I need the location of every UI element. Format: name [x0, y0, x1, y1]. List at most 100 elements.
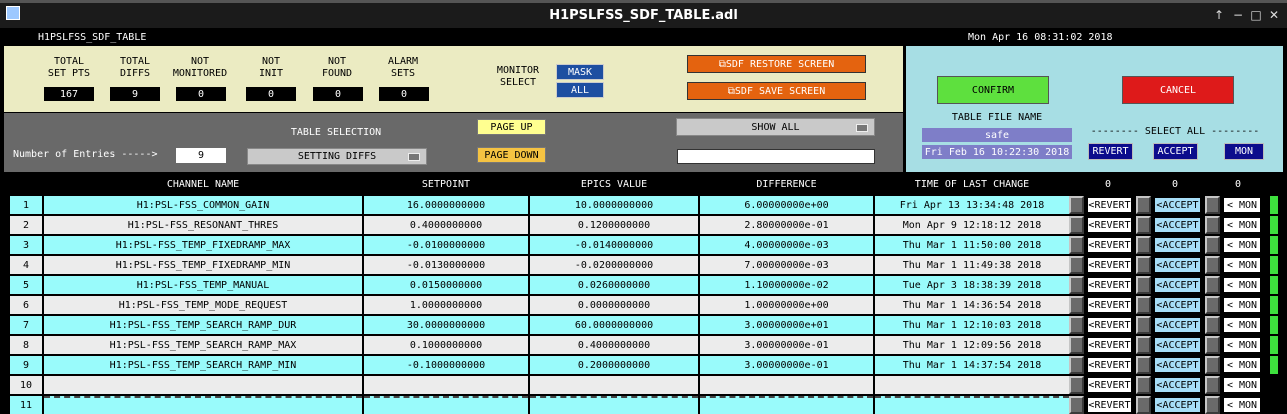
row-status-indicator — [1270, 336, 1278, 354]
select-all-label: -------- SELECT ALL -------- — [1090, 126, 1260, 137]
row-status-indicator — [1270, 296, 1278, 314]
accept-checkbox[interactable] — [1136, 316, 1151, 334]
revert-checkbox[interactable] — [1069, 336, 1084, 354]
row-revert-button[interactable]: <REVERT — [1087, 397, 1132, 413]
row-accept-button[interactable]: <ACCEPT — [1154, 337, 1201, 353]
mon-checkbox[interactable] — [1205, 256, 1220, 274]
revert-checkbox[interactable] — [1069, 256, 1084, 274]
row-revert-button[interactable]: <REVERT — [1087, 257, 1132, 273]
row-mon-button[interactable]: < MON — [1223, 377, 1261, 393]
row-index: 5 — [10, 276, 42, 294]
row-revert-button[interactable]: <REVERT — [1087, 217, 1132, 233]
mon-checkbox[interactable] — [1205, 396, 1220, 414]
cell-difference: 3.00000000e-01 — [700, 356, 873, 374]
row-revert-button[interactable]: <REVERT — [1087, 197, 1132, 213]
cell-channel-name: H1:PSL-FSS_TEMP_MANUAL — [44, 276, 362, 294]
revert-checkbox[interactable] — [1069, 316, 1084, 334]
stat-label-not-monitored: NOT MONITORED — [172, 56, 228, 79]
dropdown-indicator-icon — [856, 124, 868, 132]
row-revert-button[interactable]: <REVERT — [1087, 277, 1132, 293]
dropdown-indicator-icon — [408, 153, 420, 161]
show-all-dropdown[interactable]: SHOW ALL — [676, 118, 875, 136]
window-maximize-icon[interactable]: □ — [1247, 5, 1265, 25]
window-close-icon[interactable]: ✕ — [1265, 5, 1283, 25]
revert-checkbox[interactable] — [1069, 356, 1084, 374]
row-revert-button[interactable]: <REVERT — [1087, 377, 1132, 393]
cell-time-of-last-change: Thu Mar 1 11:49:38 2018 — [875, 256, 1069, 274]
cell-time-of-last-change: Thu Mar 1 12:10:03 2018 — [875, 316, 1069, 334]
row-mon-button[interactable]: < MON — [1223, 217, 1261, 233]
accept-checkbox[interactable] — [1136, 396, 1151, 414]
all-button[interactable]: ALL — [556, 82, 604, 98]
mon-checkbox[interactable] — [1205, 316, 1220, 334]
sdf-restore-screen-button[interactable]: ⧉SDF RESTORE SCREEN — [687, 55, 866, 73]
revert-checkbox[interactable] — [1069, 376, 1084, 394]
mon-checkbox[interactable] — [1205, 236, 1220, 254]
row-revert-button[interactable]: <REVERT — [1087, 237, 1132, 253]
cell-setpoint: 16.0000000000 — [364, 196, 528, 214]
row-mon-button[interactable]: < MON — [1223, 197, 1261, 213]
row-mon-button[interactable]: < MON — [1223, 297, 1261, 313]
page-down-button[interactable]: PAGE DOWN — [477, 147, 546, 163]
cancel-button[interactable]: CANCEL — [1122, 76, 1234, 104]
row-accept-button[interactable]: <ACCEPT — [1154, 357, 1201, 373]
select-all-revert-button[interactable]: REVERT — [1088, 143, 1133, 160]
row-mon-button[interactable]: < MON — [1223, 317, 1261, 333]
page-up-button[interactable]: PAGE UP — [477, 119, 546, 135]
row-accept-button[interactable]: <ACCEPT — [1154, 277, 1201, 293]
accept-checkbox[interactable] — [1136, 196, 1151, 214]
row-accept-button[interactable]: <ACCEPT — [1154, 257, 1201, 273]
window-raise-icon[interactable]: ↑ — [1210, 5, 1228, 25]
accept-checkbox[interactable] — [1136, 236, 1151, 254]
row-accept-button[interactable]: <ACCEPT — [1154, 237, 1201, 253]
sdf-save-screen-button[interactable]: ⧉SDF SAVE SCREEN — [687, 82, 866, 100]
cell-channel-name: H1:PSL-FSS_COMMON_GAIN — [44, 196, 362, 214]
accept-checkbox[interactable] — [1136, 216, 1151, 234]
cell-difference: 3.00000000e-01 — [700, 336, 873, 354]
accept-checkbox[interactable] — [1136, 276, 1151, 294]
accept-checkbox[interactable] — [1136, 336, 1151, 354]
row-mon-button[interactable]: < MON — [1223, 397, 1261, 413]
mon-checkbox[interactable] — [1205, 336, 1220, 354]
table-selection-dropdown[interactable]: SETTING DIFFS — [247, 148, 427, 165]
row-accept-button[interactable]: <ACCEPT — [1154, 317, 1201, 333]
mon-checkbox[interactable] — [1205, 356, 1220, 374]
revert-checkbox[interactable] — [1069, 276, 1084, 294]
row-mon-button[interactable]: < MON — [1223, 237, 1261, 253]
row-accept-button[interactable]: <ACCEPT — [1154, 197, 1201, 213]
mask-button[interactable]: MASK — [556, 64, 604, 80]
accept-checkbox[interactable] — [1136, 296, 1151, 314]
mon-checkbox[interactable] — [1205, 276, 1220, 294]
row-mon-button[interactable]: < MON — [1223, 277, 1261, 293]
mon-checkbox[interactable] — [1205, 216, 1220, 234]
row-accept-button[interactable]: <ACCEPT — [1154, 397, 1201, 413]
revert-checkbox[interactable] — [1069, 396, 1084, 414]
revert-checkbox[interactable] — [1069, 216, 1084, 234]
accept-checkbox[interactable] — [1136, 376, 1151, 394]
row-revert-button[interactable]: <REVERT — [1087, 357, 1132, 373]
filter-input[interactable] — [677, 149, 875, 164]
accept-checkbox[interactable] — [1136, 356, 1151, 374]
row-revert-button[interactable]: <REVERT — [1087, 317, 1132, 333]
accept-checkbox[interactable] — [1136, 256, 1151, 274]
row-mon-button[interactable]: < MON — [1223, 337, 1261, 353]
mon-checkbox[interactable] — [1205, 196, 1220, 214]
window-minimize-icon[interactable]: − — [1229, 5, 1247, 25]
revert-checkbox[interactable] — [1069, 196, 1084, 214]
revert-checkbox[interactable] — [1069, 236, 1084, 254]
revert-checkbox[interactable] — [1069, 296, 1084, 314]
row-index: 7 — [10, 316, 42, 334]
row-accept-button[interactable]: <ACCEPT — [1154, 297, 1201, 313]
select-all-mon-button[interactable]: MON — [1224, 143, 1264, 160]
mon-checkbox[interactable] — [1205, 376, 1220, 394]
row-mon-button[interactable]: < MON — [1223, 357, 1261, 373]
row-accept-button[interactable]: <ACCEPT — [1154, 217, 1201, 233]
row-revert-button[interactable]: <REVERT — [1087, 337, 1132, 353]
confirm-button[interactable]: CONFIRM — [937, 76, 1049, 104]
select-all-accept-button[interactable]: ACCEPT — [1153, 143, 1198, 160]
row-mon-button[interactable]: < MON — [1223, 257, 1261, 273]
row-accept-button[interactable]: <ACCEPT — [1154, 377, 1201, 393]
cell-channel-name: H1:PSL-FSS_TEMP_FIXEDRAMP_MIN — [44, 256, 362, 274]
mon-checkbox[interactable] — [1205, 296, 1220, 314]
row-revert-button[interactable]: <REVERT — [1087, 297, 1132, 313]
